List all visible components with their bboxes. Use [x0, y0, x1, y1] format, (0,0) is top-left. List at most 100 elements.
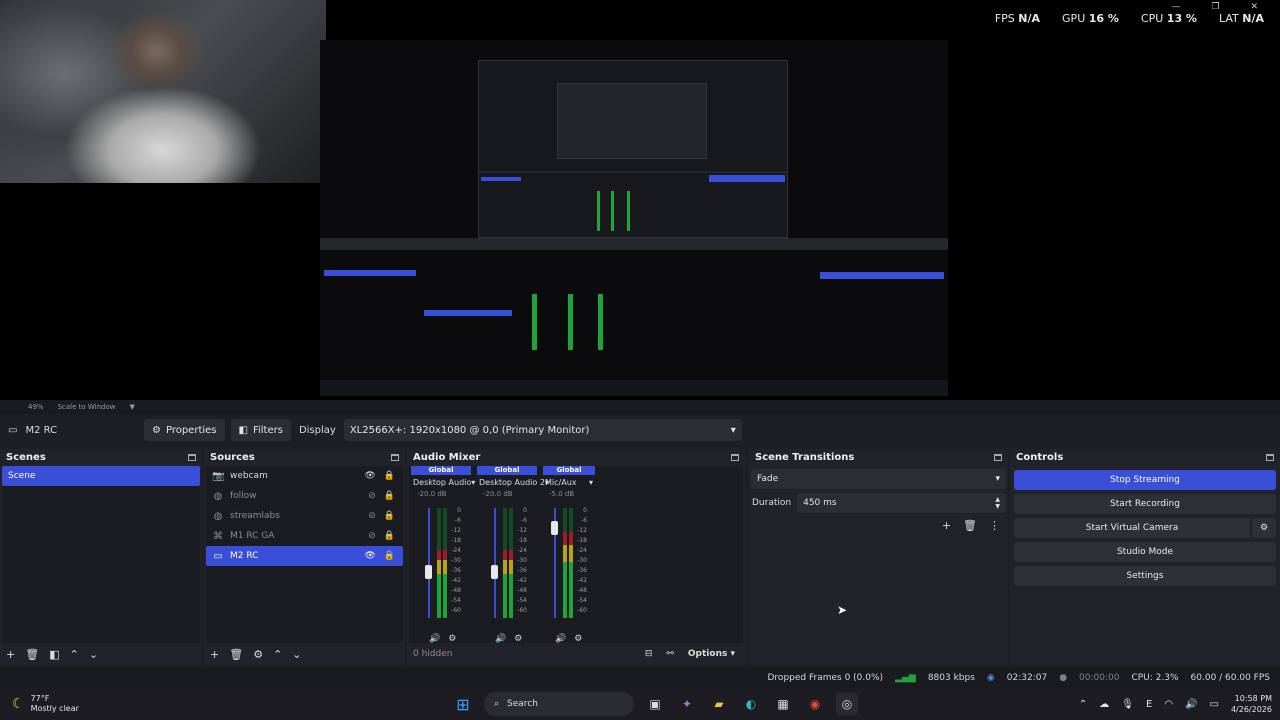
weather-widget[interactable]: ☾ 77°F Mostly clear	[0, 694, 300, 714]
window-controls[interactable]: — ❐ ✕	[1172, 2, 1272, 12]
popout-icon[interactable]	[994, 453, 1002, 461]
db-scale-tick: -24	[577, 547, 587, 554]
layout-icon[interactable]: ⊟	[645, 649, 653, 659]
task-view-icon[interactable]: ▣	[644, 693, 666, 715]
volume-slider-knob[interactable]	[551, 520, 558, 535]
arrow-up-icon[interactable]: ⌃	[273, 648, 282, 661]
lock-icon[interactable]: 🔒	[384, 491, 395, 501]
eye-icon[interactable]: 👁	[364, 471, 375, 481]
global-badge: Global	[477, 466, 537, 475]
scene-item[interactable]: Scene	[2, 466, 200, 486]
preview-canvas[interactable]: — ❐ ✕ FPS N/A GPU 16 % CPU 13 % LAT N/A	[0, 0, 1280, 400]
display-select[interactable]: XL2566X+: 1920x1080 @ 0,0 (Primary Monit…	[343, 419, 742, 441]
camera-icon: 📷	[212, 470, 225, 482]
trash-icon[interactable]: 🗑	[25, 648, 39, 661]
spin-arrows-icon[interactable]: ▲ ▼	[995, 496, 1000, 510]
properties-button[interactable]: ⚙ Properties	[144, 419, 225, 441]
link-icon[interactable]: ⚯	[666, 649, 674, 659]
zoom-level: 49%	[28, 403, 44, 411]
stop-streaming-button[interactable]: Stop Streaming	[1014, 470, 1276, 490]
source-item-follow[interactable]: ◍ follow ⊘ 🔒	[206, 486, 403, 506]
volume-slider[interactable]	[428, 508, 430, 618]
controls-dock: Controls Stop Streaming Start Recording …	[1010, 449, 1280, 665]
dock-title: Audio Mixer	[413, 451, 481, 463]
gear-icon[interactable]: ⚙	[253, 648, 263, 661]
store-icon[interactable]: ▦	[772, 693, 794, 715]
popout-icon[interactable]	[391, 453, 399, 461]
trash-icon[interactable]: 🗑	[229, 648, 243, 661]
chevron-up-icon[interactable]: ⌃	[1079, 699, 1087, 710]
filter-icon[interactable]: ◧	[49, 648, 59, 661]
volume-slider[interactable]	[494, 508, 496, 618]
taskbar-search[interactable]: ⌕ Search	[484, 692, 634, 716]
source-item-m1-rc-ga[interactable]: ⌘ M1 RC GA ⊘ 🔒	[206, 526, 403, 546]
settings-button[interactable]: Settings	[1014, 566, 1276, 586]
lock-icon[interactable]: 🔒	[384, 471, 395, 481]
eye-hidden-icon[interactable]: ⊘	[368, 531, 376, 541]
popout-icon[interactable]	[1266, 453, 1274, 461]
audio-channel-desktop-audio-2: Global Desktop Audio 2 ▾ -20.0 dB 0 -6 -12-…	[477, 466, 549, 644]
source-item-m2-rc[interactable]: ▭ M2 RC 👁 🔒	[206, 546, 403, 566]
clock[interactable]: 10:58 PM 4/26/2026	[1231, 693, 1272, 715]
start-virtual-camera-button[interactable]: Start Virtual Camera	[1014, 518, 1250, 538]
lock-icon[interactable]: 🔒	[384, 511, 395, 521]
selected-source-name: M2 RC	[25, 424, 58, 436]
popout-icon[interactable]	[731, 453, 739, 461]
add-icon[interactable]: +	[6, 648, 15, 661]
mic-icon[interactable]: 🎙	[1121, 699, 1134, 710]
audio-channel-desktop-audio: Global Desktop Audio ▾ -20.0 dB 0 -6 -12 -18…	[411, 466, 475, 644]
transition-select[interactable]: Fade ▾	[751, 469, 1006, 489]
virtual-camera-gear-icon[interactable]: ⚙	[1252, 518, 1276, 538]
arrow-down-icon[interactable]: ⌄	[89, 648, 98, 661]
wifi-icon[interactable]: ◠	[1164, 699, 1173, 710]
db-scale-tick: -24	[451, 547, 461, 554]
db-scale-tick: 0	[457, 507, 461, 514]
trash-icon[interactable]: 🗑	[963, 519, 977, 532]
language-icon[interactable]: E	[1146, 699, 1152, 710]
add-icon[interactable]: +	[942, 519, 951, 532]
display-label: Display	[298, 424, 336, 436]
cloud-icon[interactable]: ☁	[1099, 699, 1109, 710]
chevron-down-icon[interactable]: ▾	[471, 478, 475, 487]
eye-hidden-icon[interactable]: ⊘	[368, 511, 376, 521]
source-item-streamlabs[interactable]: ◍ streamlabs ⊘ 🔒	[206, 506, 403, 526]
db-scale-tick: -42	[517, 577, 527, 584]
chrome-icon[interactable]: ◉	[804, 693, 826, 715]
record-icon: ●	[1059, 673, 1068, 683]
scale-mode[interactable]: Scale to Window	[58, 403, 116, 411]
db-scale: 0 -6 -12 -18 -24 -30 -36 -42 -48 -54 -60	[447, 506, 461, 616]
global-badge: Global	[543, 466, 595, 475]
volume-slider-knob[interactable]	[425, 564, 432, 579]
dock-title: Controls	[1016, 451, 1064, 463]
obs-icon[interactable]: ◎	[836, 693, 858, 715]
db-scale-tick: -12	[517, 527, 527, 534]
battery-icon[interactable]: ▭	[1210, 699, 1219, 710]
copilot-icon[interactable]: ✦	[676, 693, 698, 715]
popout-icon[interactable]	[188, 453, 196, 461]
lock-icon[interactable]: 🔒	[384, 551, 395, 561]
duration-spinbox[interactable]: 450 ms ▲ ▼	[797, 493, 1006, 513]
arrow-down-icon[interactable]: ⌄	[292, 648, 301, 661]
studio-mode-button[interactable]: Studio Mode	[1014, 542, 1276, 562]
start-recording-button[interactable]: Start Recording	[1014, 494, 1276, 514]
eye-icon[interactable]: 👁	[364, 551, 375, 561]
edge-icon[interactable]: ◐	[740, 693, 762, 715]
volume-icon[interactable]: 🔊	[1185, 699, 1197, 710]
arrow-up-icon[interactable]: ⌃	[70, 648, 79, 661]
db-scale-tick: -60	[517, 607, 527, 614]
source-item-webcam[interactable]: 📷 webcam 👁 🔒	[206, 466, 403, 486]
windows-start-icon[interactable]: ⊞	[452, 693, 474, 715]
globe-icon: ◍	[213, 510, 223, 522]
db-scale-tick: -18	[451, 537, 461, 544]
more-icon[interactable]: ⋮	[989, 519, 1000, 532]
file-explorer-icon[interactable]: ▰	[708, 693, 730, 715]
chevron-down-icon[interactable]: ▼	[129, 403, 134, 411]
options-button[interactable]: Options ▾	[688, 649, 735, 659]
db-scale-tick: -12	[577, 527, 587, 534]
eye-hidden-icon[interactable]: ⊘	[368, 491, 376, 501]
volume-slider-knob[interactable]	[491, 564, 498, 579]
add-icon[interactable]: +	[210, 648, 219, 661]
chevron-down-icon[interactable]: ▾	[589, 478, 593, 487]
lock-icon[interactable]: 🔒	[384, 531, 395, 541]
filters-button[interactable]: ◧ Filters	[230, 419, 291, 441]
